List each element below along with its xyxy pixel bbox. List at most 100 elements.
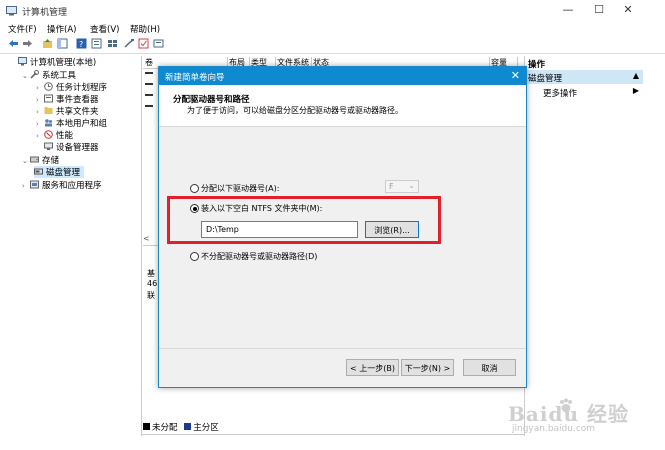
back-arrow-icon[interactable]: [8, 38, 19, 49]
tree-root-label: 计算机管理(本地): [30, 58, 97, 68]
radio-no-assign[interactable]: [190, 252, 199, 261]
chevron-right-icon[interactable]: ›: [36, 108, 44, 116]
chevron-right-icon[interactable]: ›: [36, 84, 44, 92]
volume-row-marker: [145, 94, 153, 96]
actions-header: 操作: [528, 60, 546, 70]
watermark-url: jingyan.baidu.com: [512, 424, 596, 434]
tree-item-local-users[interactable]: › 本地用户和组: [36, 117, 107, 129]
chevron-right-icon[interactable]: ›: [36, 132, 44, 140]
radio-assign-letter[interactable]: [190, 184, 199, 193]
storage-icon: [30, 156, 39, 163]
pane-divider: [141, 56, 142, 436]
chevron-down-icon: ⌄: [408, 181, 415, 190]
dialog-heading: 分配驱动器号和路径: [173, 95, 250, 105]
pane-splitter[interactable]: [143, 245, 158, 246]
menu-view[interactable]: 查看(V): [90, 23, 119, 35]
disk-label-fragment: 基: [147, 269, 155, 278]
up-folder-icon[interactable]: [42, 38, 53, 49]
services-icon: [30, 180, 39, 189]
tree-item-system-tools[interactable]: ⌄ 系统工具: [22, 69, 76, 81]
tree-item-label: 性能: [56, 131, 74, 141]
tree-item-device-manager[interactable]: 设备管理器: [44, 141, 99, 153]
tree-item-label: 共享文件夹: [56, 107, 99, 117]
drive-letter-value: F: [389, 182, 394, 191]
watermark-brand: Baidu 经验: [508, 402, 629, 426]
menu-file[interactable]: 文件(F): [8, 23, 37, 35]
clock-icon: [44, 82, 53, 91]
window-titlebar: 计算机管理 — ☐ ✕: [0, 0, 665, 22]
shared-folder-icon: [44, 107, 53, 114]
check-icon[interactable]: [138, 38, 149, 49]
tree-item-label: 本地用户和组: [56, 119, 108, 129]
dialog-title: 新建简单卷向导: [165, 73, 225, 83]
collapse-up-icon[interactable]: ▲: [633, 71, 639, 80]
baidu-watermark: Baidu 经验 jingyan.baidu.com: [508, 398, 648, 440]
forward-arrow-icon[interactable]: [22, 38, 33, 49]
chevron-right-icon[interactable]: ›: [36, 120, 44, 128]
close-button[interactable]: ✕: [613, 3, 643, 19]
tree-item-services-apps[interactable]: › 服务和应用程序: [22, 179, 102, 191]
connect-icon[interactable]: [124, 38, 135, 49]
toolbar: ?: [0, 36, 665, 54]
chevron-right-icon[interactable]: ›: [22, 182, 30, 190]
tree-item-label: 设备管理器: [56, 143, 99, 153]
tree-item-performance[interactable]: › 性能: [36, 129, 73, 141]
menu-action[interactable]: 操作(A): [47, 23, 76, 35]
actions-section[interactable]: 磁盘管理 ▲: [525, 70, 643, 84]
event-viewer-icon: [44, 94, 53, 103]
cancel-button[interactable]: 取消: [463, 359, 516, 376]
tree-item-label: 存储: [42, 156, 60, 166]
menu-help[interactable]: 帮助(H): [130, 23, 160, 35]
minimize-button[interactable]: —: [553, 3, 583, 19]
drive-letter-select[interactable]: F ⌄: [385, 180, 419, 193]
export-list-icon[interactable]: [153, 38, 164, 49]
submenu-right-icon: ▶: [632, 86, 639, 95]
next-button[interactable]: 下一步(N) >: [401, 359, 454, 376]
navigation-tree: 计算机管理(本地) ⌄ 系统工具 › 任务计划程序 › 事件查看器 › 共享文件夹 › 本…: [18, 56, 140, 436]
view-icon[interactable]: [107, 38, 118, 49]
actions-more[interactable]: 更多操作 ▶: [525, 86, 643, 99]
help-icon[interactable]: ?: [76, 38, 87, 49]
tree-item-label: 事件查看器: [56, 95, 99, 105]
status-divider: [141, 434, 524, 435]
device-manager-icon: [44, 142, 53, 150]
dialog-close-icon[interactable]: ✕: [511, 69, 520, 82]
computer-management-icon: [6, 6, 17, 16]
menu-bar: 文件(F) 操作(A) 查看(V) 帮助(H): [0, 22, 665, 36]
chevron-down-icon[interactable]: ⌄: [22, 72, 30, 80]
disk-legend: 未分配 主分区: [143, 421, 517, 433]
actions-section-label: 磁盘管理: [528, 74, 563, 84]
tree-root[interactable]: 计算机管理(本地): [18, 56, 96, 68]
tree-item-storage[interactable]: ⌄ 存储: [22, 154, 59, 166]
no-assign-label: 不分配驱动器号或驱动器路径(D): [201, 252, 318, 261]
tools-icon: [30, 70, 39, 79]
legend-unallocated: 未分配: [152, 423, 178, 433]
highlight-annotation: [167, 196, 441, 244]
dialog-titlebar: 新建简单卷向导 ✕: [159, 67, 526, 85]
tree-item-label: 系统工具: [42, 71, 77, 81]
users-icon: [45, 119, 52, 127]
tree-item-event-viewer[interactable]: › 事件查看器: [36, 93, 99, 105]
dialog-header: 分配驱动器号和路径 为了便于访问，可以给磁盘分区分配驱动器号或驱动器路径。: [159, 85, 526, 127]
tree-item-label: 磁盘管理: [46, 168, 81, 178]
tree-item-label: 任务计划程序: [56, 83, 108, 93]
maximize-button[interactable]: ☐: [584, 3, 614, 19]
volume-row-marker: [145, 72, 153, 74]
legend-primary: 主分区: [193, 423, 219, 433]
tree-item-shared-folders[interactable]: › 共享文件夹: [36, 105, 99, 117]
scroll-left-arrow[interactable]: <: [143, 234, 155, 244]
tree-item-disk-management[interactable]: 磁盘管理: [34, 166, 85, 178]
volume-row-marker: [145, 83, 153, 85]
performance-icon: [44, 130, 53, 139]
dialog-footer: < 上一步(B) 下一步(N) > 取消: [159, 349, 526, 387]
volume-row-marker: [145, 105, 153, 107]
actions-pane: 操作 磁盘管理 ▲ 更多操作 ▶: [524, 56, 643, 436]
show-hide-tree-icon[interactable]: [57, 38, 68, 49]
properties-icon[interactable]: [91, 38, 102, 49]
actions-more-label: 更多操作: [543, 89, 578, 99]
unallocated-swatch: [143, 423, 150, 430]
back-button[interactable]: < 上一步(B): [346, 359, 399, 376]
chevron-right-icon[interactable]: ›: [36, 96, 44, 104]
chevron-down-icon[interactable]: ⌄: [22, 157, 30, 165]
tree-item-task-scheduler[interactable]: › 任务计划程序: [36, 81, 107, 93]
